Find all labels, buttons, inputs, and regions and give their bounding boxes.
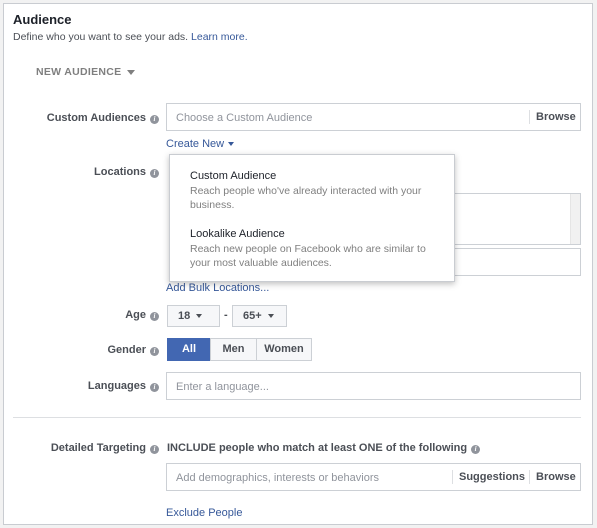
chevron-down-icon (228, 142, 235, 147)
custom-audience-placeholder: Choose a Custom Audience (176, 112, 313, 124)
create-new-label: Create New (166, 138, 225, 150)
input-divider (529, 470, 530, 484)
languages-label: Languages i (88, 380, 159, 392)
detailed-targeting-label: Detailed Targeting i (51, 442, 159, 454)
input-divider (452, 470, 453, 484)
audience-panel: Audience Define who you want to see your… (3, 3, 593, 525)
age-min-select[interactable]: 18 (167, 305, 220, 327)
chevron-down-icon (196, 314, 203, 319)
new-audience-label: NEW AUDIENCE (36, 66, 122, 78)
menu-item-description: Reach people who've already interacted w… (190, 185, 422, 197)
gender-all-button[interactable]: All (167, 338, 211, 361)
include-text: INCLUDE people who match at least ONE of… (167, 442, 481, 454)
chevron-down-icon (267, 314, 274, 319)
browse-button[interactable]: Browse (536, 111, 576, 123)
age-label: Age i (125, 309, 159, 321)
create-new-dropdown[interactable]: Create New (166, 138, 235, 150)
locations-label-text: Locations (94, 166, 146, 178)
locations-label: Locations i (94, 166, 159, 178)
menu-item-description: business. (190, 199, 235, 211)
age-separator: - (224, 309, 228, 321)
info-icon[interactable]: i (150, 312, 159, 321)
exclude-people-link[interactable]: Exclude People (166, 507, 242, 519)
section-title: Audience (13, 12, 72, 27)
add-bulk-locations-link[interactable]: Add Bulk Locations... (166, 282, 269, 294)
info-icon[interactable]: i (150, 169, 159, 178)
age-label-text: Age (125, 309, 146, 321)
custom-audiences-label: Custom Audiences i (47, 112, 159, 124)
detailed-targeting-label-text: Detailed Targeting (50, 442, 146, 454)
suggestions-button[interactable]: Suggestions (459, 471, 525, 483)
gender-men-button[interactable]: Men (210, 338, 257, 361)
include-text-label: INCLUDE people who match at least ONE of… (167, 442, 468, 454)
section-subtitle: Define who you want to see your ads. Lea… (13, 31, 248, 43)
subtitle-text: Define who you want to see your ads. (13, 31, 189, 43)
menu-item-custom-audience[interactable]: Custom Audience Reach people who've alre… (190, 170, 421, 212)
languages-placeholder: Enter a language... (176, 381, 269, 393)
info-icon[interactable]: i (150, 383, 159, 392)
detailed-targeting-input[interactable]: Add demographics, interests or behaviors… (166, 463, 581, 491)
new-audience-dropdown[interactable]: NEW AUDIENCE (36, 66, 136, 78)
languages-label-text: Languages (87, 380, 146, 392)
age-max-select[interactable]: 65+ (232, 305, 287, 327)
gender-women-button[interactable]: Women (256, 338, 312, 361)
info-icon[interactable]: i (150, 445, 159, 454)
menu-item-description: Reach new people on Facebook who are sim… (190, 243, 426, 255)
gender-label-text: Gender (107, 344, 146, 356)
menu-item-title: Lookalike Audience (190, 228, 285, 240)
age-min-value: 18 (178, 310, 191, 322)
custom-audiences-label-text: Custom Audiences (46, 112, 146, 124)
menu-item-description: your most valuable audiences. (190, 257, 332, 269)
menu-item-lookalike-audience[interactable]: Lookalike Audience Reach new people on F… (190, 228, 426, 270)
menu-item-title: Custom Audience (190, 170, 277, 182)
create-new-menu: Custom Audience Reach people who've alre… (169, 154, 455, 282)
detailed-targeting-placeholder: Add demographics, interests or behaviors (176, 472, 379, 484)
chevron-down-icon (127, 69, 136, 75)
input-divider (529, 110, 530, 124)
locations-scrollbar[interactable] (570, 194, 580, 244)
section-divider (13, 417, 581, 418)
browse-button[interactable]: Browse (536, 471, 576, 483)
info-icon[interactable]: i (150, 347, 159, 356)
info-icon[interactable]: i (150, 115, 159, 124)
languages-input[interactable]: Enter a language... (166, 372, 581, 400)
age-max-value: 65+ (243, 310, 262, 322)
learn-more-link[interactable]: Learn more. (191, 31, 248, 43)
gender-label: Gender i (107, 344, 159, 356)
custom-audience-input[interactable]: Choose a Custom Audience Browse (166, 103, 581, 131)
info-icon[interactable]: i (471, 445, 481, 454)
